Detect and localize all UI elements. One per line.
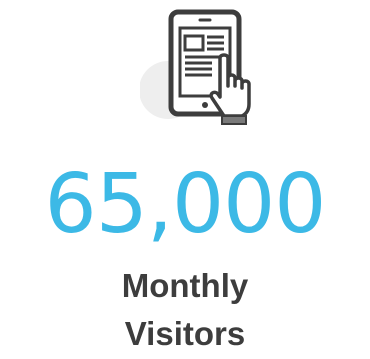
stat-label-line-1: Monthly <box>121 267 249 304</box>
tablet-touch-icon <box>140 6 260 128</box>
stat-label-line-2: Visitors <box>124 315 246 352</box>
stat-card: 65,000 Monthly Visitors <box>0 0 370 359</box>
stat-value: 65,000 <box>44 157 327 252</box>
